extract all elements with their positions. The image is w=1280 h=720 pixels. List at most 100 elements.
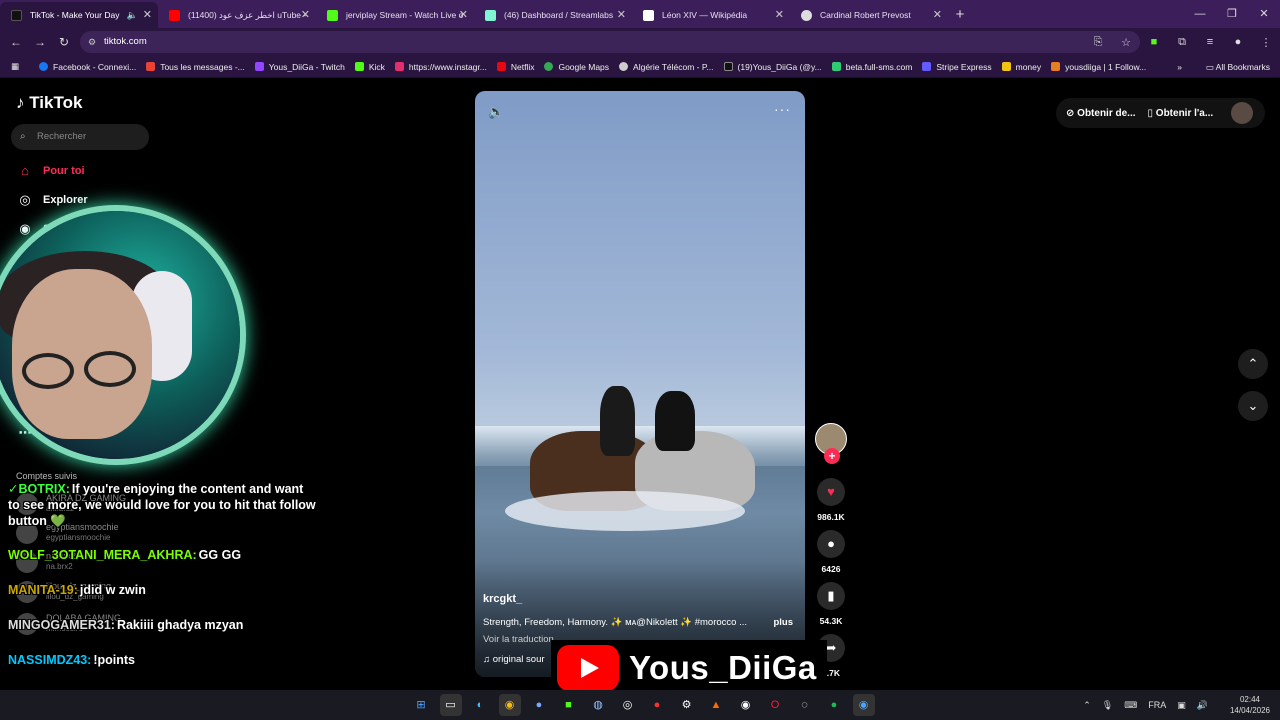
get-app-button[interactable]: ▯ Obtenir l'a... — [1148, 108, 1214, 119]
volume-icon[interactable]: 🔈 — [488, 104, 504, 120]
install-app-icon[interactable]: ⎘ — [1084, 36, 1112, 49]
bookmark-item[interactable]: beta.full-sms.com — [827, 62, 918, 72]
record-icon[interactable]: ● — [646, 694, 668, 716]
xbox-icon[interactable]: ■ — [558, 694, 580, 716]
close-window-icon[interactable]: ✕ — [1248, 0, 1280, 28]
video-description: Strength, Freedom, Harmony. ✨ ᴍᴀ@Nikolet… — [483, 617, 748, 628]
bookmark-item[interactable]: Google Maps — [539, 62, 614, 72]
keyboard-icon[interactable]: ⌨ — [1124, 700, 1137, 711]
windows-start-icon[interactable]: ⊞ — [410, 694, 432, 716]
maximize-icon[interactable]: ❐ — [1216, 0, 1248, 28]
edge-icon[interactable]: ◐ — [469, 694, 491, 716]
youtube-favicon-icon — [169, 10, 180, 21]
microphone-icon[interactable]: 🎙 — [1102, 700, 1113, 711]
system-tray: ⌃ 🎙 ⌨ FRA ▣ 🔊 02:44 14/04/2026 — [1072, 690, 1270, 720]
bookmark-item[interactable]: Algérie Télécom - P... — [614, 62, 718, 72]
get-coins-button[interactable]: ⊘ Obtenir de... — [1066, 108, 1136, 119]
follow-plus-icon[interactable]: + — [824, 448, 840, 464]
chrome-icon[interactable]: ◉ — [498, 694, 521, 716]
all-bookmarks[interactable]: ▭ All Bookmarks — [1206, 56, 1270, 78]
menu-dots-icon[interactable]: ⋮ — [1252, 36, 1280, 49]
app-icon[interactable]: ● — [528, 694, 550, 716]
bookmark-item[interactable]: yousdiiga | 1 Follow... — [1046, 62, 1151, 72]
next-video-button[interactable]: ⌄ — [1238, 391, 1268, 421]
tab-tiktok[interactable]: TikTok - Make Your Day 🔈 ✕ — [0, 2, 158, 28]
video-rider — [600, 386, 635, 456]
more-bookmarks-icon[interactable]: » — [1177, 56, 1182, 78]
compass-icon: ◎ — [19, 192, 31, 207]
more-dots-icon: ⋯ — [18, 425, 32, 440]
chrome-active-icon[interactable]: ◉ — [852, 694, 875, 716]
new-tab-button[interactable]: + — [948, 2, 972, 28]
clock[interactable]: 02:44 14/04/2026 — [1219, 694, 1270, 716]
speaker-icon[interactable]: 🔈 — [127, 2, 138, 28]
steam-icon[interactable]: ◍ — [587, 694, 609, 716]
language-indicator[interactable]: FRA — [1148, 700, 1166, 710]
save-button[interactable]: ▮ 54.3K — [814, 582, 848, 626]
search-input[interactable]: ⌕ Rechercher — [11, 124, 149, 150]
translate-link[interactable]: Voir la traduction — [483, 634, 554, 645]
close-tab-icon[interactable]: ✕ — [617, 2, 626, 28]
bookmark-item[interactable]: Facebook - Connexi... — [34, 62, 141, 72]
close-tab-icon[interactable]: ✕ — [933, 2, 942, 28]
bookmark-item[interactable]: money — [997, 62, 1047, 72]
forward-icon[interactable]: → — [28, 35, 52, 49]
close-tab-icon[interactable]: ✕ — [143, 2, 152, 28]
volume-icon[interactable]: 🔊 — [1197, 700, 1208, 711]
bookmark-item[interactable]: Yous_DiiGa - Twitch — [250, 62, 350, 72]
profile-avatar-icon[interactable]: ● — [1224, 36, 1252, 48]
extension-green-icon[interactable]: ■ — [1140, 36, 1168, 48]
like-button[interactable]: ♥ 986.1K — [814, 478, 848, 522]
file-explorer-icon[interactable]: ▭ — [439, 694, 462, 716]
site-info-icon[interactable]: ⚙ — [88, 31, 96, 53]
tiktok-logo[interactable]: ♪ TikTok — [16, 93, 82, 113]
comment-button[interactable]: ● 6426 — [814, 530, 848, 574]
tab-wikipedia[interactable]: Léon XIV — Wikipédia ✕ — [632, 2, 790, 28]
close-tab-icon[interactable]: ✕ — [775, 2, 784, 28]
reload-icon[interactable]: ↻ — [52, 35, 76, 49]
spotify-icon[interactable]: ● — [823, 694, 845, 716]
previous-video-button[interactable]: ⌃ — [1238, 349, 1268, 379]
kick-favicon-icon — [327, 10, 338, 21]
obs-icon[interactable]: ◉ — [735, 694, 757, 716]
bookmark-item[interactable]: https://www.instagr... — [390, 62, 492, 72]
webcam-overlay — [0, 211, 240, 459]
video-author[interactable]: krcgkt_ — [483, 593, 522, 605]
tab-prevost[interactable]: Cardinal Robert Prevost ✕ — [790, 2, 948, 28]
settings-icon[interactable]: ⚙ — [676, 694, 698, 716]
apps-grid-icon[interactable]: ▦ — [6, 61, 24, 72]
tab-kick[interactable]: jerviplay Stream - Watch Live o ✕ — [316, 2, 474, 28]
brave-icon[interactable]: ▲ — [705, 694, 727, 716]
sound-link[interactable]: ♫ original sour — [483, 654, 545, 665]
bookmark-item[interactable]: (19)Yous_DiiGa (@y... — [719, 62, 827, 72]
minimize-icon[interactable]: — — [1184, 0, 1216, 28]
description-more-link[interactable]: plus — [773, 617, 793, 628]
youtube-logo-icon — [557, 645, 619, 691]
address-bar[interactable]: ⚙ tiktok.com — [80, 31, 1140, 53]
extensions-puzzle-icon[interactable]: ⧉ — [1168, 36, 1196, 49]
tray-expand-icon[interactable]: ⌃ — [1083, 700, 1091, 711]
close-tab-icon[interactable]: ✕ — [301, 2, 310, 28]
video-player[interactable]: 🔈 ··· krcgkt_ Strength, Freedom, Harmony… — [475, 91, 805, 677]
bookmark-item[interactable]: Kick — [350, 62, 390, 72]
app-icon[interactable]: ◎ — [617, 694, 639, 716]
author-avatar[interactable]: + — [814, 423, 848, 464]
profile-avatar[interactable] — [1231, 102, 1254, 124]
bookmark-item[interactable]: Tous les messages -... — [141, 62, 250, 72]
nav-explore[interactable]: ◎ Explorer — [16, 192, 87, 208]
media-controls-icon[interactable]: ≡ — [1196, 36, 1224, 48]
video-more-icon[interactable]: ··· — [774, 101, 791, 117]
bookmark-item[interactable]: Stripe Express — [917, 62, 996, 72]
bookmark-item[interactable]: Netflix — [492, 62, 540, 72]
opera-icon[interactable]: O — [764, 694, 786, 716]
tab-youtube[interactable]: اخطر عزف عود (11400) uTube - ✕ — [158, 2, 316, 28]
back-icon[interactable]: ← — [4, 35, 28, 49]
nav-for-you[interactable]: ⌂ Pour toi — [16, 163, 85, 178]
chat-message: MINGOGAMER31: Rakiiii ghadya mzyan — [8, 618, 244, 632]
tab-streamlabs[interactable]: (46) Dashboard / Streamlabs ✕ — [474, 2, 632, 28]
bookmark-star-icon[interactable]: ☆ — [1112, 36, 1140, 49]
app-icon[interactable]: ◌ — [794, 694, 816, 716]
chat-message: ✓BOTRIX: If you're enjoying the content a… — [8, 482, 316, 528]
network-icon[interactable]: ▣ — [1177, 700, 1186, 711]
close-tab-icon[interactable]: ✕ — [459, 2, 468, 28]
